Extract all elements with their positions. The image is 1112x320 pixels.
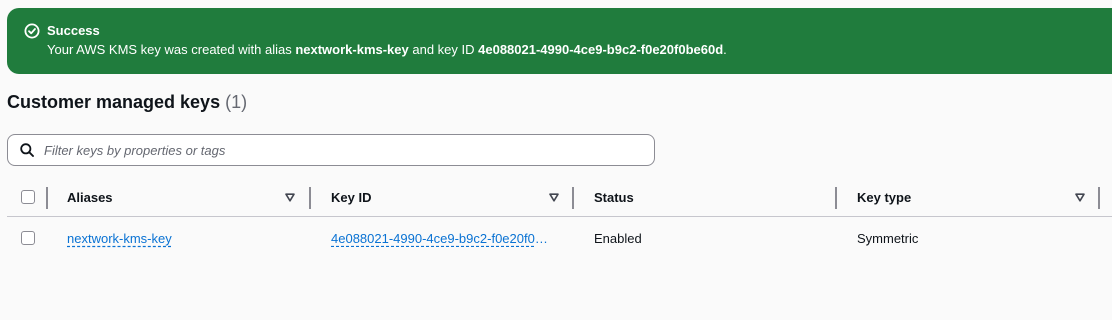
check-circle-icon <box>24 23 40 39</box>
filter-keys-field[interactable] <box>7 134 655 166</box>
page-title-text: Customer managed keys <box>7 92 221 112</box>
sort-caret-down-icon[interactable] <box>1075 193 1085 202</box>
row-select-checkbox[interactable] <box>21 231 35 245</box>
table-header-divider <box>7 216 1112 217</box>
column-resizer[interactable] <box>572 187 574 209</box>
flash-key-id: 4e088021-4990-4ce9-b9c2-f0e20f0be60d <box>478 42 724 57</box>
search-icon <box>20 143 34 157</box>
select-all-checkbox[interactable] <box>21 190 35 204</box>
flash-message: Your AWS KMS key was created with alias … <box>47 41 727 58</box>
sort-caret-down-icon[interactable] <box>549 193 559 202</box>
flash-title: Success <box>47 23 100 38</box>
column-resizer[interactable] <box>309 187 311 209</box>
success-flash-banner: Success Your AWS KMS key was created wit… <box>7 8 1112 74</box>
column-divider <box>46 187 48 209</box>
flash-message-prefix: Your AWS KMS key was created with alias <box>47 42 296 57</box>
alias-link[interactable]: nextwork-kms-key <box>67 230 172 247</box>
column-resizer[interactable] <box>1098 187 1100 209</box>
column-header-key-type[interactable]: Key type <box>857 189 911 206</box>
key-id-link[interactable]: 4e088021-4990-4ce9-b9c2-f0e20f0be60d <box>331 230 549 247</box>
sort-caret-down-icon[interactable] <box>285 193 295 202</box>
status-value: Enabled <box>594 231 642 246</box>
column-header-status: Status <box>594 190 634 205</box>
flash-alias: nextwork-kms-key <box>295 42 409 57</box>
column-resizer[interactable] <box>835 187 837 209</box>
column-header-key-id[interactable]: Key ID <box>331 189 371 206</box>
page-title: Customer managed keys (1) <box>7 90 247 114</box>
key-type-value: Symmetric <box>857 231 919 246</box>
flash-message-middle: and key ID <box>408 42 479 57</box>
filter-keys-input[interactable] <box>44 135 644 165</box>
flash-message-suffix: . <box>723 42 727 57</box>
column-header-aliases[interactable]: Aliases <box>67 189 113 206</box>
key-count: (1) <box>225 92 248 112</box>
